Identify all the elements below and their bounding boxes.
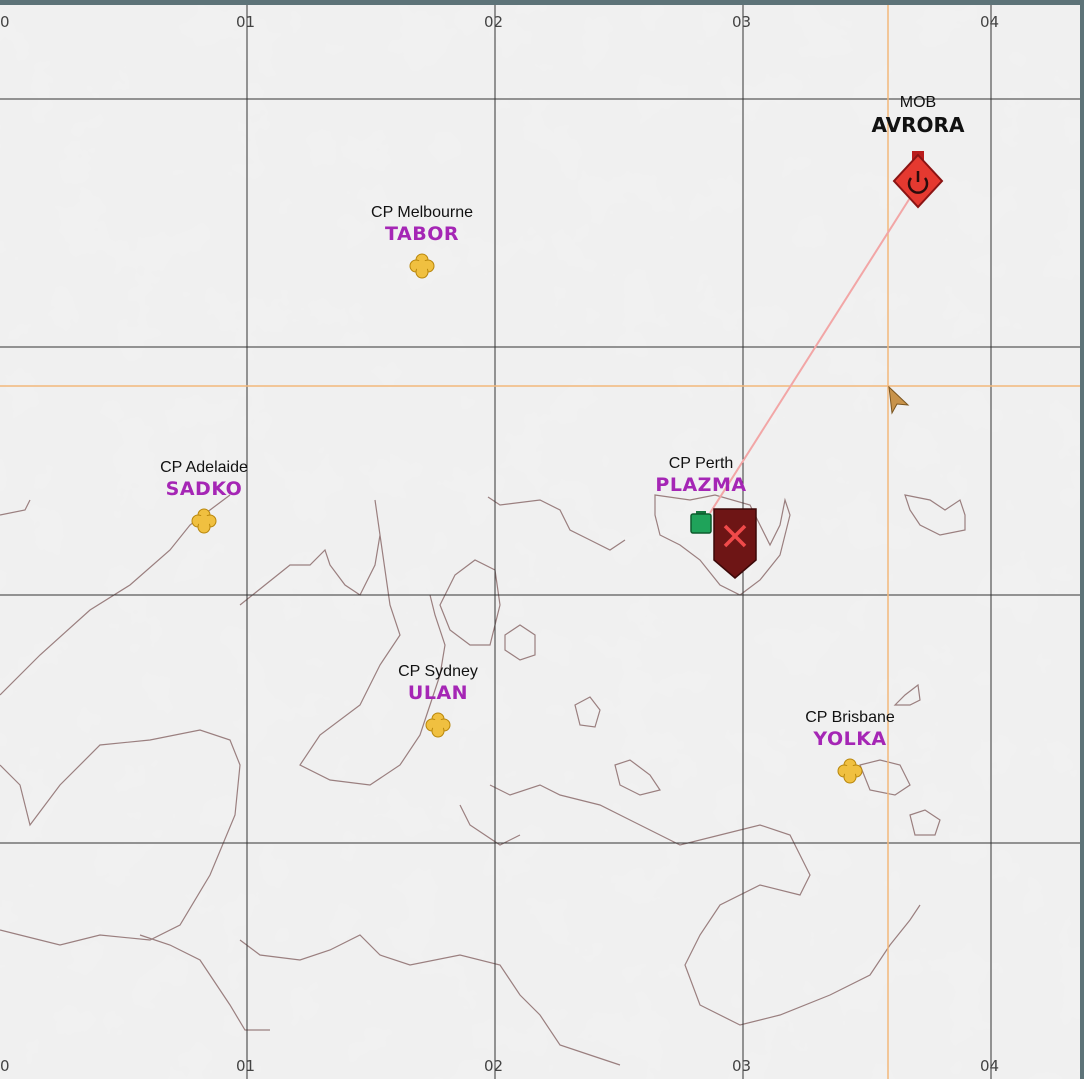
grid-label-bottom: 03: [732, 1057, 752, 1075]
map-view[interactable]: 0 01 02 03 04 0 01 02 03 04 MOB AVRORA C…: [0, 0, 1084, 1079]
clover-icon[interactable]: [191, 508, 217, 534]
cp-sydney-code: ULAN: [407, 682, 469, 704]
clover-icon[interactable]: [409, 253, 435, 279]
grid-label-top: 03: [732, 13, 752, 31]
cp-brisbane-code: YOLKA: [813, 728, 887, 750]
grid-label-bottom: 01: [236, 1057, 256, 1075]
cp-melbourne-code: TABOR: [385, 223, 459, 245]
grid-label-bottom: 02: [484, 1057, 504, 1075]
x-shield-icon[interactable]: [713, 508, 757, 580]
clover-icon[interactable]: [425, 712, 451, 738]
cp-adelaide-name: CP Adelaide: [160, 459, 248, 476]
cp-brisbane-name: CP Brisbane: [805, 709, 895, 726]
cp-perth-name: CP Perth: [668, 455, 734, 472]
cp-melbourne-name: CP Melbourne: [371, 204, 473, 221]
grid-label-bottom: 04: [980, 1057, 1000, 1075]
grid-label-top: 04: [980, 13, 1000, 31]
clover-icon[interactable]: [837, 758, 863, 784]
grid-label-top: 0: [0, 13, 10, 31]
arrow-cursor-icon[interactable]: [886, 385, 910, 415]
cp-adelaide-code: SADKO: [165, 478, 243, 500]
power-diamond-icon[interactable]: [892, 151, 944, 209]
grid-label-bottom: 0: [0, 1057, 10, 1075]
mob-code: AVRORA: [871, 113, 965, 137]
mob-name: MOB: [899, 94, 937, 111]
green-square-icon[interactable]: [689, 511, 713, 535]
grid-label-top: 02: [484, 13, 504, 31]
grid-label-top: 01: [236, 13, 256, 31]
cp-sydney-name: CP Sydney: [398, 663, 478, 680]
cp-perth-code: PLAZMA: [655, 474, 747, 496]
